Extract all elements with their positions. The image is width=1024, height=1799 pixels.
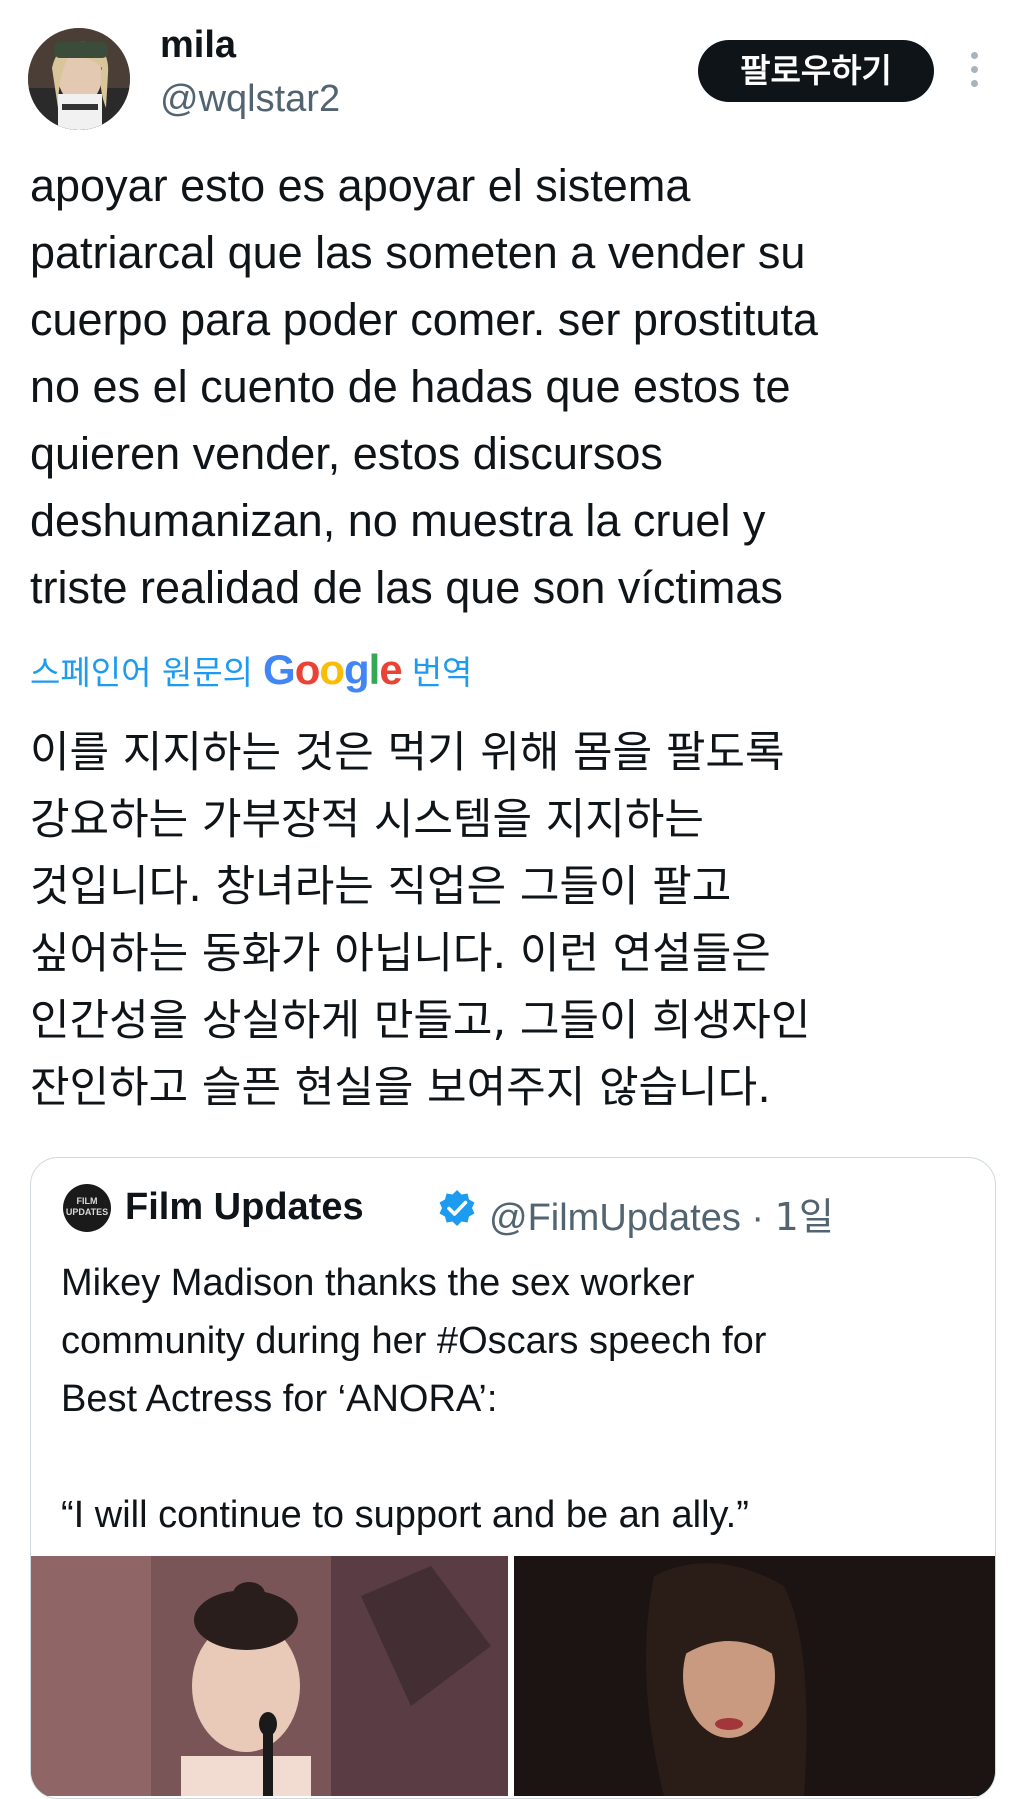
translation-attribution[interactable]: 스페인어 원문의 Google 번역	[30, 645, 472, 695]
meta-separator: ·	[740, 1197, 775, 1239]
tweet-header: mila @wqlstar2 팔로우하기	[0, 0, 1024, 140]
avatar-photo-icon	[28, 28, 130, 130]
quoted-author-name[interactable]: Film Updates	[125, 1186, 364, 1229]
translate-prefix: 스페인어 원문의	[30, 653, 254, 692]
quoted-author-meta: @FilmUpdates · 1일	[489, 1186, 834, 1241]
quoted-tweet-text: Mikey Madison thanks the sex worker comm…	[61, 1262, 767, 1536]
tweet-text: apoyar esto es apoyar el sistema patriar…	[30, 160, 818, 613]
photo-actress-portrait-icon	[514, 1556, 995, 1796]
quoted-tweet-card[interactable]: FILM UPDATES Film Updates @FilmUpdates ·…	[30, 1157, 996, 1799]
author-display-name[interactable]: mila	[160, 24, 236, 67]
quoted-author-avatar[interactable]: FILM UPDATES	[63, 1184, 111, 1232]
translated-text: 이를 지지하는 것은 먹기 위해 몸을 팔도록 강요하는 가부장적 시스템을 지…	[30, 728, 811, 1113]
follow-button[interactable]: 팔로우하기	[698, 40, 934, 102]
google-logo-icon: Google	[263, 646, 403, 693]
verified-badge-icon	[439, 1190, 475, 1226]
user-avatar[interactable]	[28, 28, 130, 130]
more-options-icon[interactable]	[960, 48, 988, 92]
quoted-media-image-2[interactable]	[514, 1556, 995, 1796]
quoted-author-handle[interactable]: @FilmUpdates	[489, 1197, 741, 1239]
photo-actress-speech-icon	[31, 1556, 508, 1796]
quoted-time: 1일	[774, 1195, 834, 1239]
author-handle[interactable]: @wqlstar2	[160, 78, 340, 121]
translate-suffix: 번역	[411, 653, 473, 692]
quoted-media-image-1[interactable]	[31, 1556, 508, 1796]
